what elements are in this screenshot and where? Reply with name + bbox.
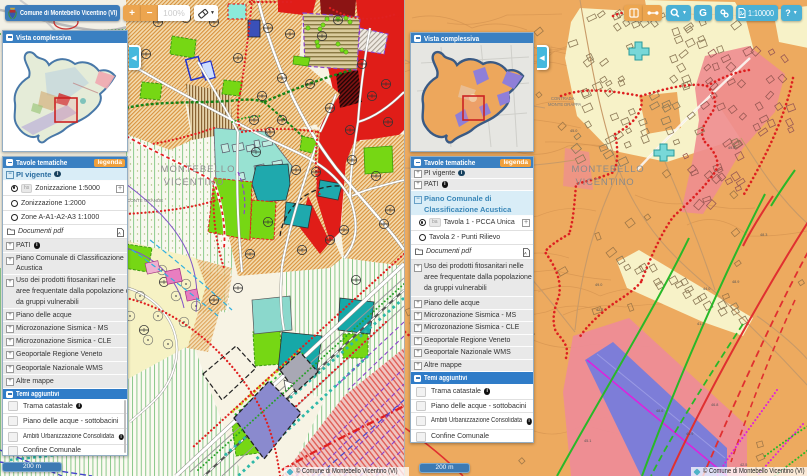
svg-text:MONTEBELLO: MONTEBELLO: [161, 164, 236, 175]
svg-text:46.9: 46.9: [686, 432, 693, 436]
svg-text:42.3: 42.3: [596, 308, 603, 312]
svg-text:45.1: 45.1: [584, 439, 591, 443]
svg-text:44.0: 44.0: [703, 287, 710, 291]
svg-text:VICENTINO: VICENTINO: [576, 177, 635, 188]
svg-text:MONTE DRAPPA: MONTE DRAPPA: [548, 102, 581, 107]
svg-text:CONTRADA: CONTRADA: [551, 96, 575, 101]
svg-text:48.3: 48.3: [760, 233, 767, 237]
svg-text:49.0: 49.0: [595, 283, 602, 287]
svg-text:CONTE GRANDE: CONTE GRANDE: [127, 198, 163, 203]
svg-text:49.6: 49.6: [728, 146, 735, 150]
svg-text:41.2: 41.2: [697, 322, 704, 326]
svg-text:A: A: [117, 231, 121, 236]
svg-text:48.6: 48.6: [656, 409, 663, 413]
svg-text:46.8: 46.8: [711, 403, 718, 407]
svg-text:VICENTINO: VICENTINO: [164, 177, 225, 188]
svg-text:MONTEBELLO: MONTEBELLO: [572, 164, 645, 175]
svg-text:45.0: 45.0: [570, 129, 577, 133]
svg-text:A: A: [523, 251, 527, 256]
svg-text:48.9: 48.9: [732, 280, 739, 284]
